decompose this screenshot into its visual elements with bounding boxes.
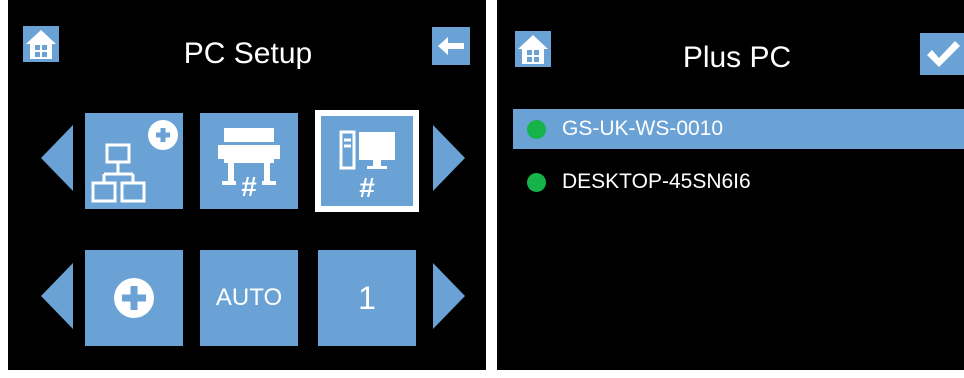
add-tile[interactable]: [85, 250, 183, 346]
page-title: Plus PC: [682, 41, 792, 74]
auto-label: AUTO: [215, 284, 283, 311]
confirm-button[interactable]: [920, 33, 964, 75]
printer-number-tile[interactable]: #: [200, 113, 298, 209]
pc-setup-screen: PC Setup # # AUTO 1: [8, 0, 486, 370]
previous-arrow-row2[interactable]: [41, 263, 73, 329]
pc-name: GS-UK-WS-0010: [562, 117, 724, 140]
online-status-icon: [527, 172, 546, 192]
network-add-icon: [91, 120, 178, 203]
plus-circle-icon: [114, 278, 154, 318]
pc-name: DESKTOP-45SN6I6: [562, 170, 751, 193]
plus-pc-screen: Plus PC GS-UK-WS-0010 DESKTOP-45SN6I6: [497, 0, 964, 370]
pc-list-item[interactable]: DESKTOP-45SN6I6: [513, 162, 964, 202]
home-button[interactable]: [23, 26, 59, 62]
online-status-icon: [527, 119, 546, 139]
next-arrow-row2[interactable]: [433, 263, 465, 329]
add-network-pc-tile[interactable]: [85, 113, 183, 209]
pc-number-label: #: [359, 172, 375, 203]
home-icon: [518, 35, 548, 64]
auto-tile[interactable]: AUTO: [200, 250, 298, 346]
page-title: PC Setup: [183, 37, 313, 70]
back-button[interactable]: [432, 27, 470, 65]
previous-arrow-row1[interactable]: [41, 125, 73, 191]
number-tile[interactable]: 1: [318, 250, 416, 346]
number-value: 1: [358, 279, 376, 316]
printer-number-label: #: [241, 171, 257, 202]
pc-list-item-selected[interactable]: GS-UK-WS-0010: [513, 109, 964, 149]
home-button[interactable]: [515, 31, 551, 67]
next-arrow-row1[interactable]: [433, 125, 465, 191]
pc-number-tile[interactable]: #: [315, 110, 419, 212]
checkmark-icon: [927, 41, 960, 67]
back-arrow-icon: [438, 37, 464, 55]
home-icon: [26, 30, 56, 59]
